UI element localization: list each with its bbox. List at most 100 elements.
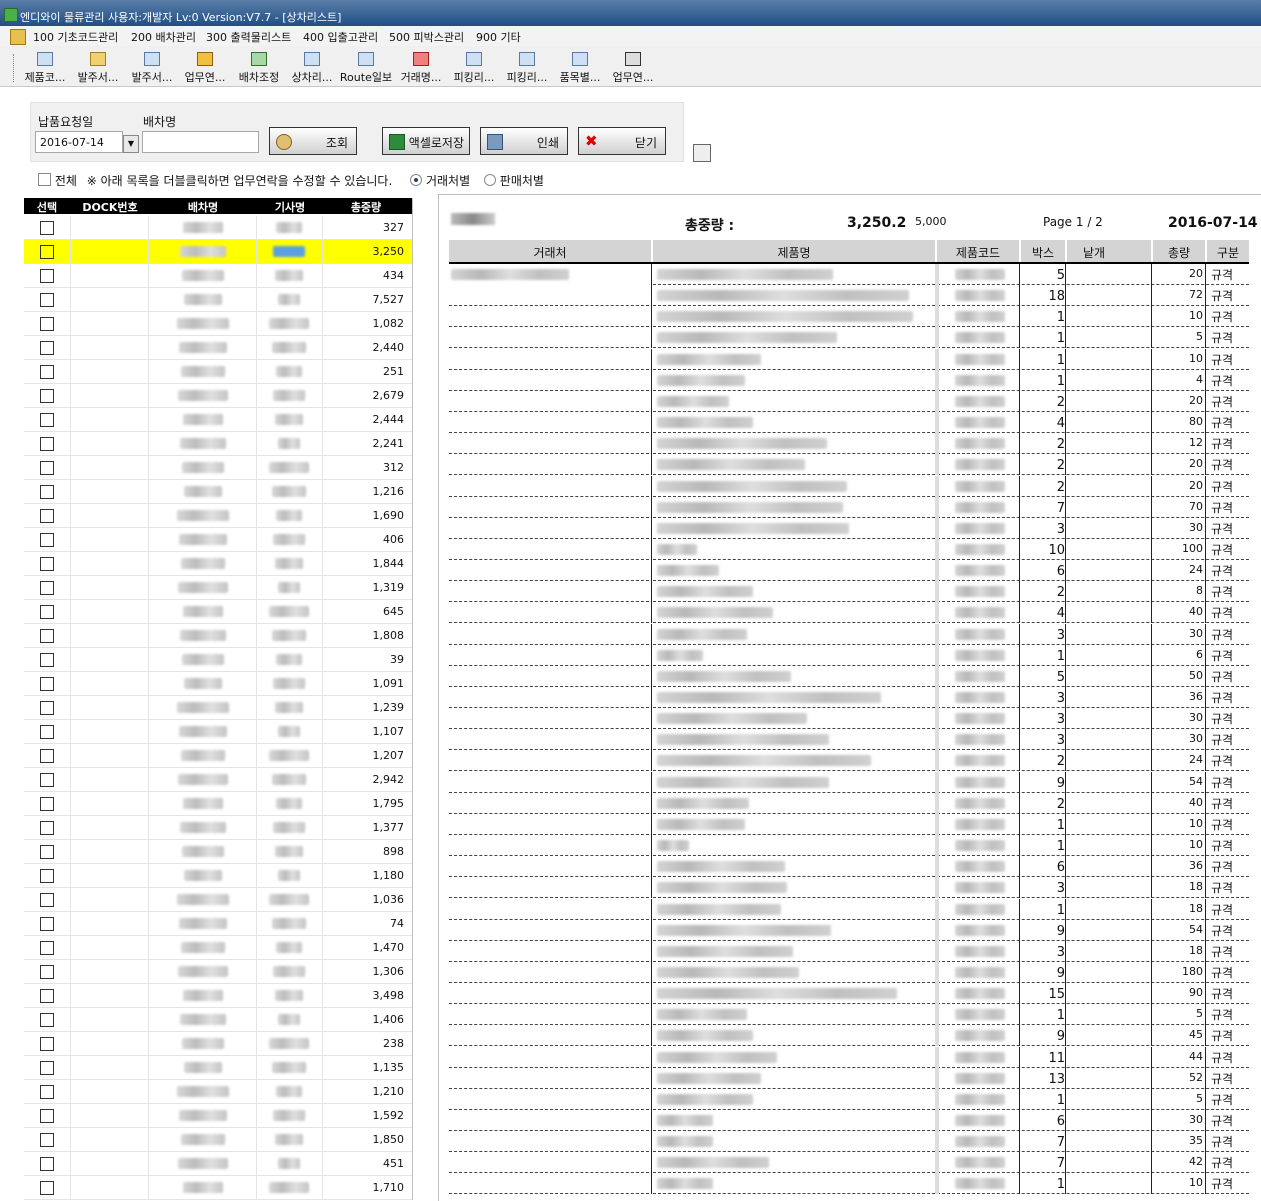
row-checkbox[interactable] [40, 845, 54, 859]
dispatch-row[interactable]: 406 [24, 528, 412, 552]
dispatch-row[interactable]: 898 [24, 840, 412, 864]
tool-picking-2[interactable]: 피킹리... [499, 50, 555, 84]
dispatch-row[interactable]: 1,306 [24, 960, 412, 984]
row-checkbox[interactable] [40, 389, 54, 403]
row-checkbox[interactable] [40, 821, 54, 835]
dispatch-row[interactable]: 2,440 [24, 336, 412, 360]
row-checkbox[interactable] [40, 509, 54, 523]
dispatch-row[interactable]: 1,210 [24, 1080, 412, 1104]
menu-pbox[interactable]: 500 피박스관리 [389, 29, 464, 45]
dispatch-row[interactable]: 1,107 [24, 720, 412, 744]
dispatch-row[interactable]: 1,216 [24, 480, 412, 504]
dispatch-row[interactable]: 7,527 [24, 288, 412, 312]
row-checkbox[interactable] [40, 1085, 54, 1099]
dispatch-row[interactable]: 74 [24, 912, 412, 936]
row-checkbox[interactable] [40, 245, 54, 259]
dispatch-row[interactable]: 2,942 [24, 768, 412, 792]
search-button[interactable]: 조회 [269, 127, 357, 155]
dispatch-row[interactable]: 1,036 [24, 888, 412, 912]
row-checkbox[interactable] [40, 869, 54, 883]
print-button[interactable]: 인쇄 [480, 127, 568, 155]
tool-loading-list[interactable]: 상차리... [284, 50, 340, 84]
dispatch-row[interactable]: 451 [24, 1152, 412, 1176]
row-checkbox[interactable] [40, 485, 54, 499]
row-checkbox[interactable] [40, 773, 54, 787]
row-checkbox[interactable] [40, 893, 54, 907]
calculator-icon[interactable] [693, 144, 711, 162]
dispatch-row[interactable]: 1,808 [24, 624, 412, 648]
dispatch-row[interactable]: 251 [24, 360, 412, 384]
tool-statement[interactable]: 거래명... [393, 50, 449, 84]
row-checkbox[interactable] [40, 413, 54, 427]
dispatch-row[interactable]: 645 [24, 600, 412, 624]
date-picker[interactable]: 2016-07-14 [35, 131, 123, 153]
row-checkbox[interactable] [40, 965, 54, 979]
row-checkbox[interactable] [40, 581, 54, 595]
dispatch-row[interactable]: 1,319 [24, 576, 412, 600]
by-seller-radio[interactable] [483, 174, 496, 186]
tool-dispatch-adjust[interactable]: 배차조정 [231, 50, 287, 84]
dispatch-row[interactable]: 3,498 [24, 984, 412, 1008]
select-all-checkbox[interactable] [38, 173, 51, 186]
tool-purchase-order-1[interactable]: 발주서... [70, 50, 126, 84]
vehicle-input[interactable] [142, 131, 259, 153]
row-checkbox[interactable] [40, 293, 54, 307]
tool-by-item[interactable]: 품목별... [552, 50, 608, 84]
row-checkbox[interactable] [40, 437, 54, 451]
row-checkbox[interactable] [40, 677, 54, 691]
header-vehicle[interactable]: 배차명 [150, 199, 256, 215]
row-checkbox[interactable] [40, 221, 54, 235]
close-button[interactable]: ✖ 닫기 [578, 127, 666, 155]
chevron-down-icon[interactable]: ▼ [123, 135, 139, 153]
row-checkbox[interactable] [40, 1157, 54, 1171]
row-checkbox[interactable] [40, 365, 54, 379]
dispatch-row[interactable]: 1,180 [24, 864, 412, 888]
menu-etc[interactable]: 900 기타 [476, 29, 521, 45]
header-dock[interactable]: DOCK번호 [72, 199, 148, 215]
row-checkbox[interactable] [40, 917, 54, 931]
row-checkbox[interactable] [40, 989, 54, 1003]
row-checkbox[interactable] [40, 749, 54, 763]
menu-basic-codes[interactable]: 100 기초코드관리 [33, 29, 118, 45]
dispatch-row[interactable]: 3,250 [24, 240, 412, 264]
dispatch-row[interactable]: 327 [24, 216, 412, 240]
dispatch-row[interactable]: 1,795 [24, 792, 412, 816]
by-customer-radio[interactable] [410, 174, 423, 186]
row-checkbox[interactable] [40, 1109, 54, 1123]
menu-inout[interactable]: 400 입출고관리 [303, 29, 378, 45]
row-checkbox[interactable] [40, 1037, 54, 1051]
row-checkbox[interactable] [40, 725, 54, 739]
dispatch-row[interactable]: 312 [24, 456, 412, 480]
row-checkbox[interactable] [40, 1181, 54, 1195]
row-checkbox[interactable] [40, 269, 54, 283]
dispatch-row[interactable]: 1,592 [24, 1104, 412, 1128]
row-checkbox[interactable] [40, 605, 54, 619]
tool-product-code[interactable]: 제품코... [17, 50, 73, 84]
dispatch-row[interactable]: 1,091 [24, 672, 412, 696]
dispatch-row[interactable]: 1,690 [24, 504, 412, 528]
row-checkbox[interactable] [40, 533, 54, 547]
header-select[interactable]: 선택 [24, 199, 70, 215]
row-checkbox[interactable] [40, 797, 54, 811]
excel-save-button[interactable]: 액셀로저장 [382, 127, 470, 155]
row-checkbox[interactable] [40, 317, 54, 331]
toolbar-grip[interactable] [13, 54, 16, 82]
tool-route-daily[interactable]: Route일보 [338, 50, 394, 84]
dispatch-row[interactable]: 2,679 [24, 384, 412, 408]
dispatch-row[interactable]: 434 [24, 264, 412, 288]
tool-business-contact-2[interactable]: 업무연... [605, 50, 661, 84]
row-checkbox[interactable] [40, 701, 54, 715]
row-checkbox[interactable] [40, 557, 54, 571]
row-checkbox[interactable] [40, 653, 54, 667]
row-checkbox[interactable] [40, 341, 54, 355]
dispatch-row[interactable]: 1,470 [24, 936, 412, 960]
dispatch-row[interactable]: 1,207 [24, 744, 412, 768]
row-checkbox[interactable] [40, 461, 54, 475]
dispatch-row[interactable]: 1,844 [24, 552, 412, 576]
header-total-weight[interactable]: 총중량 [324, 199, 408, 215]
dispatch-row[interactable]: 1,135 [24, 1056, 412, 1080]
dispatch-row[interactable]: 1,850 [24, 1128, 412, 1152]
tool-picking-1[interactable]: 피킹리... [446, 50, 502, 84]
dispatch-row[interactable]: 2,241 [24, 432, 412, 456]
row-checkbox[interactable] [40, 629, 54, 643]
